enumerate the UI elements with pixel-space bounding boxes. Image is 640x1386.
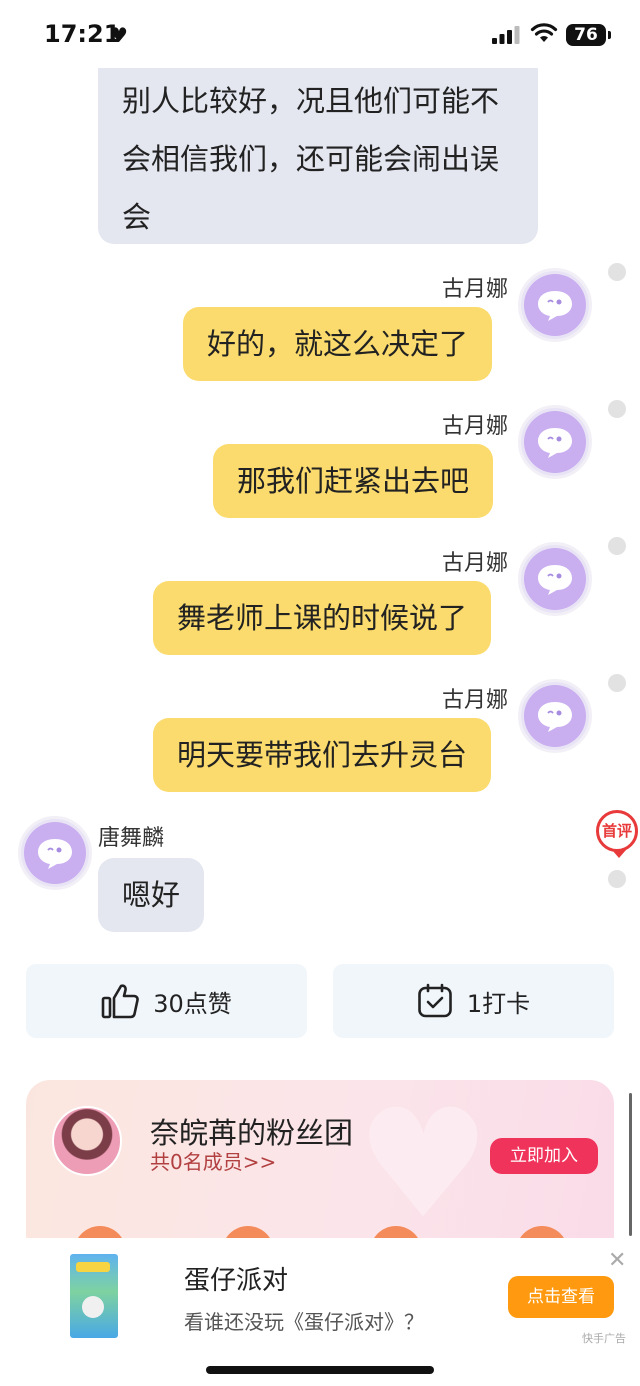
sender-name: 古月娜 (442, 277, 509, 302)
home-indicator[interactable] (206, 1366, 434, 1374)
chat-bubble-icon (538, 428, 572, 458)
checkin-button[interactable]: 1打卡 (333, 964, 614, 1038)
chat-bubble-icon (38, 839, 72, 869)
avatar[interactable] (18, 816, 92, 890)
heart-icon: ♥ (110, 23, 128, 47)
calendar-check-icon (418, 983, 452, 1018)
status-time: 17:21 (44, 20, 121, 48)
wifi-icon (530, 23, 558, 42)
ad-title: 蛋仔派对 (184, 1266, 289, 1296)
avatar[interactable] (518, 679, 592, 753)
message-bubble[interactable]: 明天要带我们去升灵台 (153, 718, 492, 792)
ad-thumbnail[interactable] (70, 1254, 118, 1338)
close-icon[interactable]: ✕ (608, 1250, 626, 1272)
thumbs-up-icon (101, 984, 140, 1019)
scrollbar[interactable] (629, 1093, 632, 1236)
status-dot (608, 870, 626, 888)
message-bubble[interactable]: 嗯好 (98, 858, 205, 932)
sender-name: 古月娜 (442, 688, 509, 713)
status-dot (608, 674, 626, 692)
chat-bubble-icon (538, 291, 572, 321)
fan-club-avatar[interactable] (52, 1106, 122, 1176)
chat-bubble-icon (538, 702, 572, 732)
signal-icon (492, 26, 520, 44)
checkin-label: 1打卡 (466, 989, 531, 1018)
sender-name: 唐舞麟 (98, 826, 165, 851)
fan-club-members-link[interactable]: 共0名成员>> (150, 1146, 276, 1175)
heart-decoration-icon: ♥ (356, 1080, 491, 1252)
ad-description: 看谁还没玩《蛋仔派对》？ (184, 1310, 424, 1334)
message-line: 会 (122, 200, 152, 234)
battery-indicator: 76 (566, 24, 611, 46)
ad-view-button[interactable]: 点击查看 (508, 1276, 614, 1318)
message-bubble[interactable]: 舞老师上课的时候说了 (153, 581, 492, 655)
status-bar: 17:21 ♥ 76 (0, 0, 640, 68)
avatar[interactable] (518, 405, 592, 479)
ad-banner[interactable]: 蛋仔派对 看谁还没玩《蛋仔派对》？ 点击查看 ✕ 快手广告 (0, 1238, 640, 1386)
message-bubble[interactable]: 别人比较好，况且他们可能不 会相信我们，还可能会闹出误 会 (98, 68, 538, 244)
sender-name: 古月娜 (442, 414, 509, 439)
avatar[interactable] (518, 542, 592, 616)
status-dot (608, 263, 626, 281)
message-line: 别人比较好，况且他们可能不 (122, 84, 500, 118)
avatar[interactable] (518, 268, 592, 342)
like-label: 30点赞 (153, 989, 232, 1018)
status-dot (608, 400, 626, 418)
ad-label: 快手广告 (582, 1332, 626, 1345)
status-dot (608, 537, 626, 555)
sender-name: 古月娜 (442, 551, 509, 576)
message-bubble[interactable]: 那我们赶紧出去吧 (213, 444, 494, 518)
first-comment-badge[interactable]: 首评 (596, 810, 638, 858)
chat-bubble-icon (538, 565, 572, 595)
message-bubble[interactable]: 好的，就这么决定了 (183, 307, 493, 381)
join-button[interactable]: 立即加入 (490, 1138, 598, 1174)
like-button[interactable]: 30点赞 (26, 964, 307, 1038)
message-line: 会相信我们，还可能会闹出误 (122, 142, 500, 176)
